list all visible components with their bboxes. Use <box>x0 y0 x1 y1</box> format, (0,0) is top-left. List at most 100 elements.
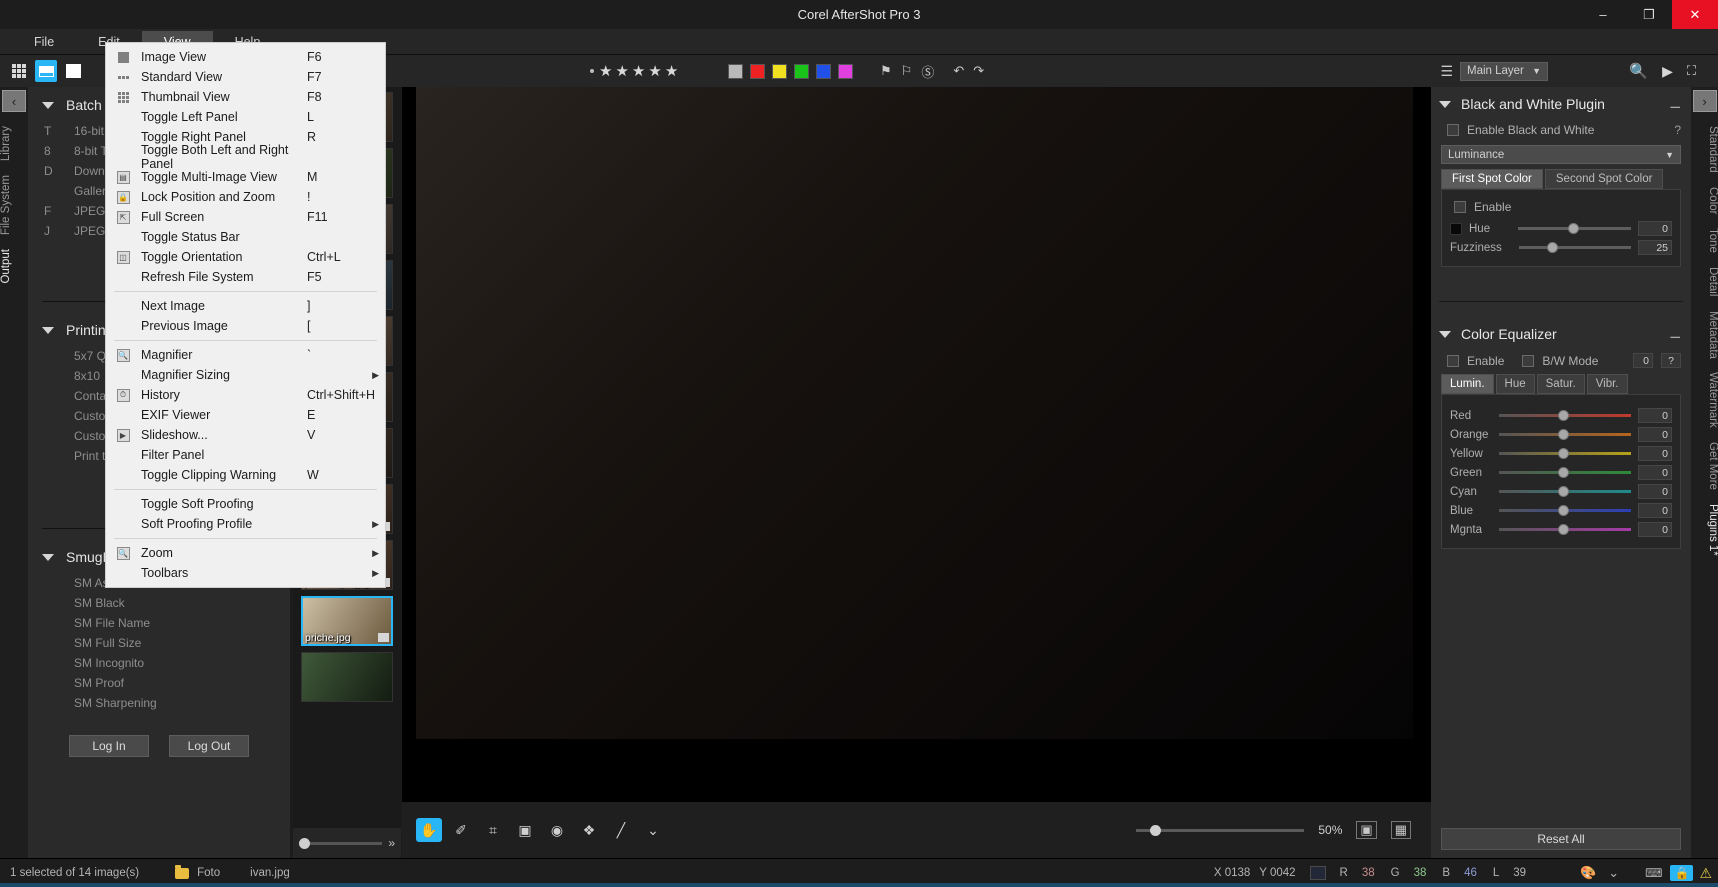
menu-item-toggle-clipping-warning[interactable]: Toggle Clipping Warning W <box>106 465 385 485</box>
menu-file[interactable]: File <box>12 31 76 53</box>
menu-item-toggle-left-panel[interactable]: Toggle Left Panel L <box>106 107 385 127</box>
color-label-red[interactable] <box>750 63 765 79</box>
slider-blue[interactable] <box>1499 505 1631 516</box>
standard-view-button[interactable] <box>35 60 57 82</box>
expand-right-panel-button[interactable]: › <box>1692 90 1717 112</box>
menu-item-refresh-file-system[interactable]: Refresh File System F5 <box>106 267 385 287</box>
slider-red[interactable] <box>1499 410 1631 421</box>
menu-item-next-image[interactable]: Next Image ] <box>106 296 385 316</box>
menu-item-previous-image[interactable]: Previous Image [ <box>106 316 385 336</box>
star-icon[interactable]: ★ <box>599 62 612 80</box>
rail-tab-watermark[interactable]: Watermark <box>1691 372 1718 428</box>
color-label-purple[interactable] <box>838 63 853 79</box>
menu-item-magnifier[interactable]: 🔍 Magnifier ` <box>106 345 385 365</box>
value-magenta[interactable]: 0 <box>1638 522 1672 537</box>
fuzziness-slider[interactable] <box>1519 242 1631 253</box>
menu-item-full-screen[interactable]: ⇱ Full Screen F11 <box>106 207 385 227</box>
list-item[interactable]: SM Sharpening <box>28 693 290 713</box>
view-dropdown-menu[interactable]: Image View F6 Standard View F7 Thumbnail… <box>105 42 386 588</box>
section-color-equalizer[interactable]: Color Equalizer ⚊ <box>1431 312 1691 350</box>
reset-all-button[interactable]: Reset All <box>1441 828 1681 850</box>
rail-tab-plugins[interactable]: Plugins 1* <box>1691 504 1718 556</box>
layer-select[interactable]: Main Layer ▼ <box>1460 61 1548 81</box>
help-icon[interactable]: ? <box>1661 353 1681 368</box>
bw-mode-select[interactable]: Luminance ▼ <box>1441 145 1681 164</box>
list-item[interactable]: SM Incognito <box>28 653 290 673</box>
value-cyan[interactable]: 0 <box>1638 484 1672 499</box>
minimize-button[interactable]: – <box>1580 0 1626 29</box>
rail-tab-color[interactable]: Color <box>1691 187 1718 214</box>
slider-cyan[interactable] <box>1499 486 1631 497</box>
section-black-and-white-plugin[interactable]: Black and White Plugin ⚊ <box>1431 87 1691 120</box>
slider-yellow[interactable] <box>1499 448 1631 459</box>
warning-icon[interactable]: ⚠ <box>1699 865 1712 882</box>
value-green[interactable]: 0 <box>1638 465 1672 480</box>
pin-icon[interactable]: ⚊ <box>1669 326 1681 342</box>
menu-item-toggle-status-bar[interactable]: Toggle Status Bar <box>106 227 385 247</box>
heal-clone-tool[interactable]: ❖ <box>576 818 602 842</box>
rail-tab-tone[interactable]: Tone <box>1691 228 1718 253</box>
value-orange[interactable]: 0 <box>1638 427 1672 442</box>
undo-icon[interactable]: ↶ <box>953 63 964 79</box>
rating-stars[interactable]: ★ ★ ★ ★ ★ <box>599 62 678 80</box>
filmstrip-more-button[interactable]: » <box>388 836 395 850</box>
star-icon[interactable]: ★ <box>632 62 645 80</box>
zoom-slider[interactable] <box>1136 824 1305 836</box>
crop-tool[interactable]: ⌗ <box>480 818 506 842</box>
help-icon[interactable]: ? <box>1674 123 1681 137</box>
value-red[interactable]: 0 <box>1638 408 1672 423</box>
redeye-tool[interactable]: ◉ <box>544 818 570 842</box>
ce-count-value[interactable]: 0 <box>1633 353 1653 368</box>
value-yellow[interactable]: 0 <box>1638 446 1672 461</box>
pan-hand-tool[interactable]: ✋ <box>416 818 442 842</box>
color-label-none[interactable] <box>728 63 743 79</box>
chevron-down-icon[interactable]: ⌄ <box>1608 865 1619 881</box>
fullscreen-icon[interactable]: ⛶ <box>1687 63 1696 79</box>
rail-tab-output[interactable]: Output <box>0 249 28 284</box>
tab-hue[interactable]: Hue <box>1495 374 1535 394</box>
tab-saturation[interactable]: Satur. <box>1536 374 1585 394</box>
log-out-button[interactable]: Log Out <box>169 735 249 757</box>
menu-item-soft-proofing-profile[interactable]: Soft Proofing Profile ▶ <box>106 514 385 534</box>
pin-icon[interactable]: ⚊ <box>1669 96 1681 112</box>
log-in-button[interactable]: Log In <box>69 735 149 757</box>
menu-item-toggle-multi-image-view[interactable]: ▤ Toggle Multi-Image View M <box>106 167 385 187</box>
color-label-yellow[interactable] <box>772 63 787 79</box>
menu-item-zoom[interactable]: 🔍 Zoom ▶ <box>106 543 385 563</box>
flag-outline-icon[interactable]: ⚐ <box>901 63 913 79</box>
rail-tab-metadata[interactable]: Metadata <box>1691 311 1718 359</box>
slider-orange[interactable] <box>1499 429 1631 440</box>
actual-size-icon[interactable]: ▦ <box>1390 821 1411 839</box>
hue-value[interactable]: 0 <box>1638 221 1672 236</box>
tab-vibrance[interactable]: Vibr. <box>1586 374 1628 394</box>
rail-tab-library[interactable]: Library <box>0 126 28 161</box>
thumbnail-size-slider[interactable] <box>299 837 383 849</box>
tab-first-spot-color[interactable]: First Spot Color <box>1441 169 1543 189</box>
star-icon[interactable]: ★ <box>648 62 661 80</box>
slider-green[interactable] <box>1499 467 1631 478</box>
bw-mode-checkbox[interactable] <box>1522 354 1535 367</box>
collapse-left-panel-button[interactable]: ‹ <box>2 90 26 112</box>
list-item[interactable]: SM Full Size <box>28 633 290 653</box>
tab-second-spot-color[interactable]: Second Spot Color <box>1544 169 1664 189</box>
menu-item-toggle-orientation[interactable]: ◫ Toggle Orientation Ctrl+L <box>106 247 385 267</box>
spot-enable-checkbox[interactable] <box>1454 201 1466 213</box>
menu-item-toolbars[interactable]: Toolbars ▶ <box>106 563 385 583</box>
star-icon[interactable]: ★ <box>615 62 628 80</box>
menu-item-filter-panel[interactable]: Filter Panel <box>106 445 385 465</box>
menu-item-toggle-both-panels[interactable]: Toggle Both Left and Right Panel <box>106 143 385 171</box>
tab-luminance[interactable]: Lumin. <box>1441 374 1494 394</box>
fit-to-window-icon[interactable]: ▣ <box>1356 821 1377 839</box>
list-item[interactable] <box>301 652 393 702</box>
menu-item-thumbnail-view[interactable]: Thumbnail View F8 <box>106 87 385 107</box>
rail-tab-detail[interactable]: Detail <box>1691 267 1718 296</box>
rail-tab-get-more[interactable]: Get More <box>1691 442 1718 490</box>
list-item[interactable]: SM File Name <box>28 613 290 633</box>
value-blue[interactable]: 0 <box>1638 503 1672 518</box>
list-item-selected[interactable]: priche.jpg <box>301 596 393 646</box>
slideshow-icon[interactable]: ▶ <box>1662 63 1673 80</box>
hue-swatch[interactable] <box>1450 222 1462 235</box>
menu-item-image-view[interactable]: Image View F6 <box>106 47 385 67</box>
flag-icon[interactable]: ⚑ <box>880 63 892 79</box>
image-view-button[interactable] <box>62 60 84 82</box>
